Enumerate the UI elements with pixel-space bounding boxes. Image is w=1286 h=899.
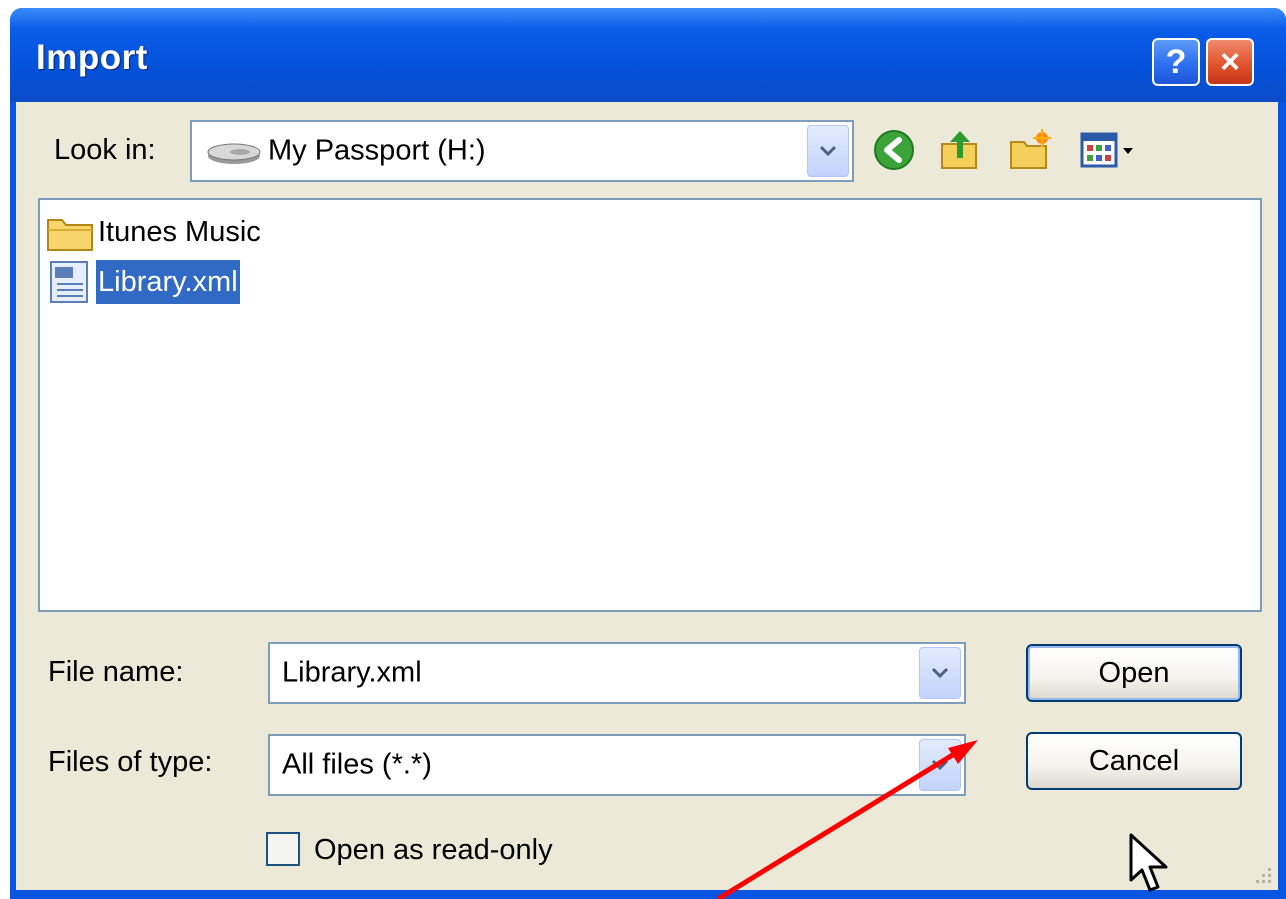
open-button[interactable]: Open <box>1026 644 1242 702</box>
external-drive-icon <box>207 143 261 164</box>
view-menu-icon[interactable] <box>1078 128 1140 172</box>
resize-grip-icon[interactable] <box>1252 864 1274 886</box>
import-dialog: Import ? × Look in: My Passport (H:) Itu… <box>10 8 1286 899</box>
readonly-checkbox[interactable] <box>266 832 300 866</box>
mouse-cursor-icon <box>1129 833 1168 892</box>
dialog-body: Look in: My Passport (H:) Itunes Music L… <box>16 102 1278 890</box>
readonly-label[interactable]: Open as read-only <box>314 834 553 867</box>
file-name: Library.xml <box>96 260 240 304</box>
title-bar[interactable]: Import ? × <box>10 8 1286 102</box>
new-folder-icon[interactable] <box>1008 128 1052 172</box>
file-name: Itunes Music <box>98 216 261 248</box>
file-type-value: All files (*.*) <box>282 748 432 781</box>
file-name-label: File name: <box>48 656 184 688</box>
file-type-label: Files of type: <box>48 746 213 778</box>
chevron-down-icon <box>819 145 837 157</box>
file-name-value: Library.xml <box>282 656 422 689</box>
help-button[interactable]: ? <box>1152 38 1200 86</box>
look-in-value: My Passport (H:) <box>268 134 486 167</box>
file-type-dropdown[interactable]: All files (*.*) <box>268 734 966 796</box>
look-in-dropdown[interactable]: My Passport (H:) <box>190 120 854 182</box>
back-arrow-icon[interactable] <box>872 128 916 172</box>
file-name-input[interactable]: Library.xml <box>268 642 966 704</box>
list-item[interactable]: Library.xml <box>46 260 240 304</box>
xml-file-icon <box>50 261 88 303</box>
chevron-down-icon <box>931 667 949 679</box>
up-folder-icon[interactable] <box>938 128 982 172</box>
cancel-button[interactable]: Cancel <box>1026 732 1242 790</box>
chevron-down-icon <box>931 759 949 771</box>
help-icon: ? <box>1165 42 1187 81</box>
dialog-title: Import <box>36 38 148 77</box>
file-type-dropdown-button[interactable] <box>919 739 961 791</box>
look-in-dropdown-button[interactable] <box>807 125 849 177</box>
list-item[interactable]: Itunes Music <box>46 210 263 254</box>
close-button[interactable]: × <box>1206 38 1254 86</box>
folder-icon <box>47 219 93 251</box>
file-name-dropdown-button[interactable] <box>919 647 961 699</box>
close-icon: × <box>1220 42 1240 81</box>
file-list[interactable]: Itunes Music Library.xml <box>38 198 1262 612</box>
look-in-label: Look in: <box>54 134 156 166</box>
